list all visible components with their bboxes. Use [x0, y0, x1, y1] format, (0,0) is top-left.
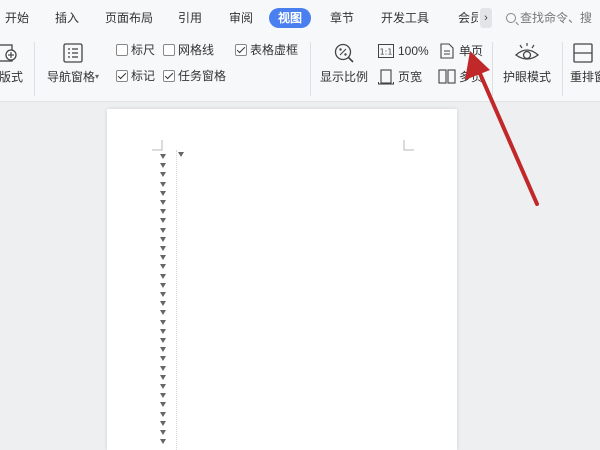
- paragraph-mark: [160, 209, 166, 215]
- paragraph-mark: [160, 273, 166, 279]
- nav-pane-button[interactable]: 导航窗格▾: [44, 42, 102, 85]
- tab-developer[interactable]: 开发工具: [381, 8, 429, 28]
- tab-insert[interactable]: 插入: [55, 8, 79, 28]
- tab-review[interactable]: 审阅: [229, 8, 253, 28]
- ribbon-divider: [34, 42, 35, 96]
- layout-icon: [0, 44, 17, 62]
- tab-references[interactable]: 引用: [178, 8, 202, 28]
- rearrange-window-button[interactable]: 重排窗: [570, 42, 600, 85]
- layout-label: 版式: [0, 70, 23, 84]
- zoom-percent-icon: [334, 43, 354, 63]
- ribbon-tab-bar: 开始 插入 页面布局 引用 审阅 视图 章节 开发工具 会员 › 查找命令、搜: [0, 0, 600, 36]
- paragraph-mark: [160, 365, 166, 371]
- paragraph-mark: [160, 411, 166, 417]
- eye-mode-label: 护眼模式: [502, 70, 551, 84]
- paragraph-mark: [160, 347, 166, 353]
- margin-corner-mark: [403, 140, 414, 151]
- search-input-placeholder: 查找命令、搜: [520, 11, 593, 25]
- table-dashed-label: 表格虚框: [250, 43, 299, 57]
- paragraph-mark: [160, 328, 166, 334]
- tab-member[interactable]: 会员: [458, 8, 478, 28]
- paragraph-mark: [160, 430, 166, 435]
- gridlines-checkbox[interactable]: [163, 44, 175, 56]
- paragraph-mark: [160, 163, 166, 169]
- marks-checkbox[interactable]: [116, 70, 128, 82]
- eye-icon: [514, 43, 540, 60]
- tab-view[interactable]: 视图: [269, 8, 312, 28]
- zoom-100-icon: 1:1: [378, 44, 394, 58]
- paragraph-marks-column: [160, 150, 168, 450]
- ruler-label: 标尺: [131, 43, 156, 57]
- dropdown-arrow-icon[interactable]: ▾: [95, 72, 99, 81]
- svg-text:1:1: 1:1: [380, 48, 393, 57]
- multi-page-label: 多页: [459, 70, 484, 84]
- table-dashed-checkbox[interactable]: [235, 44, 247, 56]
- single-page-icon: [440, 43, 454, 59]
- paragraph-mark: [160, 319, 166, 325]
- chevron-right-icon[interactable]: ›: [480, 8, 492, 28]
- paragraph-mark: [160, 338, 166, 343]
- paragraph-mark: [160, 218, 166, 224]
- paragraph-mark: [160, 393, 166, 399]
- single-page-label: 单页: [459, 44, 484, 58]
- paragraph-mark: [178, 152, 184, 157]
- tab-page-layout[interactable]: 页面布局: [105, 8, 153, 28]
- paragraph-mark: [160, 172, 166, 178]
- task-pane-label: 任务窗格: [178, 69, 227, 83]
- zoom-label: 显示比例: [319, 70, 368, 84]
- zoom-button[interactable]: 显示比例: [318, 42, 370, 85]
- paragraph-mark: [160, 181, 166, 187]
- tab-chapter[interactable]: 章节: [330, 8, 354, 28]
- paragraph-mark: [160, 154, 166, 159]
- gridlines-label: 网格线: [178, 43, 215, 57]
- paragraph-mark: [160, 301, 166, 307]
- paragraph-mark: [160, 310, 166, 316]
- ribbon-divider: [562, 42, 563, 96]
- marks-label: 标记: [131, 69, 156, 83]
- paragraph-mark: [160, 292, 166, 297]
- paragraph-mark: [160, 420, 166, 426]
- ribbon-divider: [310, 42, 311, 96]
- task-pane-checkbox[interactable]: [163, 70, 175, 82]
- rearrange-window-label: 重排窗: [570, 70, 600, 84]
- layout-button[interactable]: 版式: [0, 42, 26, 85]
- zoom-100-label: 100%: [398, 44, 429, 58]
- page-width-icon: [378, 69, 394, 85]
- table-dashed-border: [176, 150, 177, 450]
- ribbon-divider: [492, 42, 493, 96]
- ribbon-panel: 版式 导航窗格▾ 标尺 网格线 表格虚框 标记 任务窗格 显示比例 1:1 10…: [0, 36, 600, 102]
- paragraph-mark: [160, 439, 166, 445]
- search-icon: [506, 13, 516, 23]
- paragraph-mark: [160, 246, 166, 251]
- eye-mode-button[interactable]: 护眼模式: [500, 42, 554, 85]
- ruler-checkbox[interactable]: [116, 44, 128, 56]
- paragraph-mark: [160, 402, 166, 408]
- paragraph-mark: [160, 227, 166, 233]
- nav-pane-icon: [63, 43, 83, 63]
- paragraph-mark: [160, 356, 166, 362]
- paragraph-mark: [160, 200, 166, 205]
- paragraph-mark: [160, 374, 166, 380]
- multi-page-icon: [438, 69, 456, 84]
- paragraph-mark: [160, 384, 166, 389]
- paragraph-mark: [160, 255, 166, 261]
- page-width-label: 页宽: [398, 70, 423, 84]
- command-search[interactable]: 查找命令、搜: [506, 8, 592, 28]
- paragraph-mark: [160, 236, 166, 242]
- nav-pane-label: 导航窗格: [46, 70, 95, 84]
- paragraph-mark: [160, 282, 166, 288]
- tab-home[interactable]: 开始: [5, 8, 29, 28]
- paragraph-mark: [160, 264, 166, 270]
- rearrange-window-icon: [573, 43, 593, 63]
- paragraph-mark: [160, 190, 166, 196]
